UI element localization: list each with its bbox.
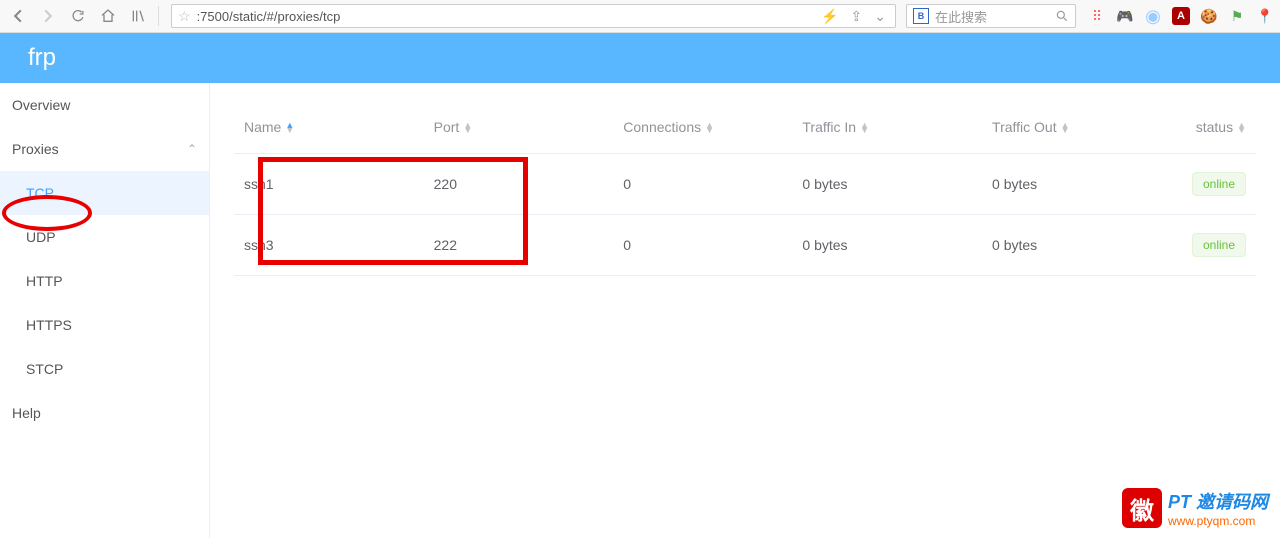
th-port[interactable]: Port▲▼ — [424, 103, 614, 154]
cell-traffic-out: 0 bytes — [982, 215, 1161, 276]
status-badge: online — [1192, 172, 1246, 196]
sidebar: Overview Proxies ⌃ TCP UDP HTTP HTTPS ST… — [0, 83, 210, 538]
cell-status: online — [1161, 215, 1256, 276]
watermark-url: www.ptyqm.com — [1168, 514, 1268, 528]
search-engine-icon[interactable]: B — [913, 8, 929, 24]
nav-back-button[interactable] — [6, 4, 30, 28]
th-status[interactable]: status▲▼ — [1161, 103, 1256, 154]
sidebar-item-http[interactable]: HTTP — [0, 259, 209, 303]
app-header: frp — [0, 33, 1280, 83]
sidebar-item-proxies[interactable]: Proxies ⌃ — [0, 127, 209, 171]
cell-traffic-in: 0 bytes — [792, 215, 982, 276]
cell-port: 222 — [424, 215, 614, 276]
sidebar-proxies-label: Proxies — [12, 141, 59, 157]
home-button[interactable] — [96, 4, 120, 28]
dropdown-icon[interactable]: ⌄ — [874, 8, 886, 25]
cell-name: ssh3 — [234, 215, 424, 276]
extension-icon-flag[interactable]: ⚑ — [1228, 7, 1246, 25]
search-bar[interactable]: B 在此搜索 — [906, 4, 1076, 28]
cell-traffic-out: 0 bytes — [982, 154, 1161, 215]
layout: Overview Proxies ⌃ TCP UDP HTTP HTTPS ST… — [0, 83, 1280, 538]
th-traffic-in[interactable]: Traffic In▲▼ — [792, 103, 982, 154]
reload-button[interactable] — [66, 4, 90, 28]
toolbar-extensions: ⠿ 🎮 ◉ A 🍪 ⚑ 📍 — [1082, 7, 1274, 25]
sidebar-item-udp[interactable]: UDP — [0, 215, 209, 259]
cell-name: ssh1 — [234, 154, 424, 215]
cell-traffic-in: 0 bytes — [792, 154, 982, 215]
watermark-badge-icon: 徽 — [1122, 488, 1162, 528]
watermark: 徽 PT 邀请码网 www.ptyqm.com — [1122, 488, 1268, 528]
extension-icon-location[interactable]: 📍 — [1256, 7, 1274, 25]
sidebar-item-stcp[interactable]: STCP — [0, 347, 209, 391]
extension-icon-adobe[interactable]: A — [1172, 7, 1190, 25]
th-traffic-out[interactable]: Traffic Out▲▼ — [982, 103, 1161, 154]
watermark-title: PT 邀请码网 — [1168, 488, 1268, 514]
sidebar-item-https[interactable]: HTTPS — [0, 303, 209, 347]
extension-icon-cookie[interactable]: 🍪 — [1200, 7, 1218, 25]
cell-port: 220 — [424, 154, 614, 215]
table-row[interactable]: ssh1 220 0 0 bytes 0 bytes online — [234, 154, 1256, 215]
main-content: Name▲▼ Port▲▼ Connections▲▼ Traffic In▲▼… — [210, 83, 1280, 538]
search-placeholder: 在此搜索 — [935, 7, 1049, 26]
sidebar-item-help[interactable]: Help — [0, 391, 209, 435]
url-bar[interactable]: ☆ :7500/static/#/proxies/tcp ⚡ ⇪ ⌄ — [171, 4, 896, 28]
app-title: frp — [28, 44, 56, 72]
status-badge: online — [1192, 233, 1246, 257]
share-icon[interactable]: ⇪ — [851, 8, 863, 25]
divider — [158, 6, 159, 26]
library-button[interactable] — [126, 4, 150, 28]
cell-connections: 0 — [613, 215, 792, 276]
proxies-table: Name▲▼ Port▲▼ Connections▲▼ Traffic In▲▼… — [234, 103, 1256, 276]
extension-icon-game[interactable]: 🎮 — [1116, 7, 1134, 25]
cell-status: online — [1161, 154, 1256, 215]
table-row[interactable]: ssh3 222 0 0 bytes 0 bytes online — [234, 215, 1256, 276]
th-name[interactable]: Name▲▼ — [234, 103, 424, 154]
bookmark-star-icon[interactable]: ☆ — [178, 8, 191, 25]
extension-icon-circle[interactable]: ◉ — [1144, 7, 1162, 25]
browser-toolbar: ☆ :7500/static/#/proxies/tcp ⚡ ⇪ ⌄ B 在此搜… — [0, 0, 1280, 33]
cell-connections: 0 — [613, 154, 792, 215]
chevron-up-icon: ⌃ — [187, 142, 197, 156]
url-text: :7500/static/#/proxies/tcp — [197, 9, 813, 24]
extension-icon-1[interactable]: ⠿ — [1088, 7, 1106, 25]
th-connections[interactable]: Connections▲▼ — [613, 103, 792, 154]
nav-forward-button[interactable] — [36, 4, 60, 28]
search-icon[interactable] — [1055, 9, 1069, 23]
lightning-icon[interactable]: ⚡ — [821, 8, 838, 25]
sidebar-item-overview[interactable]: Overview — [0, 83, 209, 127]
sidebar-item-tcp[interactable]: TCP — [0, 171, 209, 215]
